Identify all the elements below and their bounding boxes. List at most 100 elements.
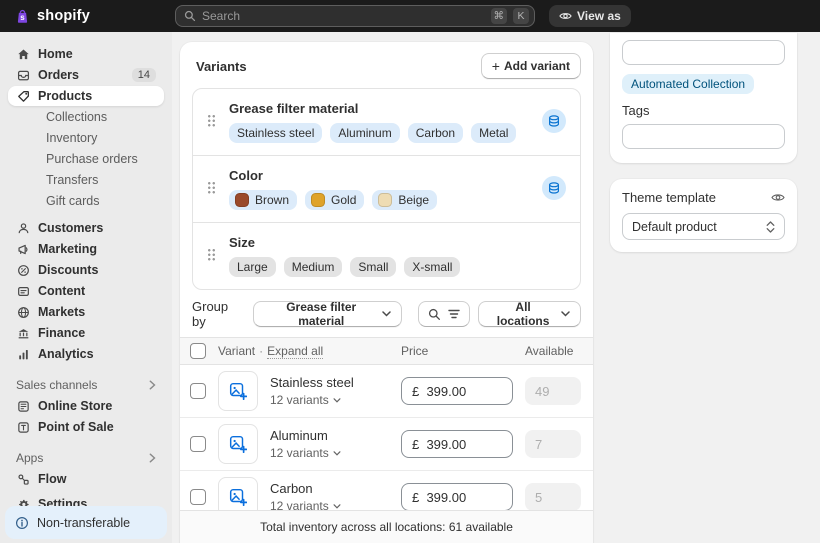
non-transferable-banner[interactable]: Non-transferable	[5, 506, 167, 539]
available-column-header: Available	[525, 344, 574, 358]
add-variant-button[interactable]: + Add variant	[480, 53, 581, 79]
row-checkbox[interactable]	[190, 489, 206, 505]
select-all-checkbox[interactable]	[190, 343, 206, 359]
available-count: 49	[525, 377, 581, 405]
variant-header-label: Variant	[218, 344, 256, 358]
option-value-chip: Aluminum	[330, 123, 400, 143]
variant-count-label: 12 variants	[270, 446, 329, 460]
group-by-label: Group by	[192, 299, 229, 329]
sales-channels-header[interactable]: Sales channels	[16, 376, 156, 394]
variant-name: Stainless steel	[270, 375, 354, 390]
online-store-icon	[16, 400, 30, 413]
locations-filter-dropdown[interactable]: All locations	[478, 300, 582, 328]
eye-icon	[771, 192, 785, 203]
nav-label: Content	[38, 284, 86, 298]
sidebar-item-collections[interactable]: Collections	[8, 107, 164, 127]
theme-template-label: Theme template	[622, 190, 716, 205]
k-key-badge: K	[513, 8, 529, 24]
sidebar-item-gift-cards[interactable]: Gift cards	[8, 191, 164, 211]
metafield-link-icon[interactable]	[542, 175, 566, 200]
nav-label: Analytics	[38, 347, 94, 361]
variant-image-placeholder[interactable]	[218, 424, 258, 464]
variant-image-placeholder[interactable]	[218, 371, 258, 411]
orders-count-badge: 14	[131, 68, 156, 82]
search-input[interactable]	[202, 9, 485, 23]
sidebar-item-home[interactable]: Home	[8, 44, 164, 64]
sidebar-item-analytics[interactable]: Analytics	[8, 344, 164, 364]
global-search[interactable]: ⌘ K	[175, 5, 535, 27]
sidebar-item-inventory[interactable]: Inventory	[8, 128, 164, 148]
section-label: Apps	[16, 451, 44, 465]
add-variant-label: Add variant	[503, 59, 570, 73]
option-color: Color Brown Gold Beige	[193, 156, 580, 223]
color-swatch-beige	[378, 193, 393, 207]
sidebar-item-content[interactable]: Content	[8, 281, 164, 301]
option-name: Size	[229, 235, 256, 250]
markets-globe-icon	[16, 306, 30, 319]
variant-column-header: Variant · Expand all	[218, 344, 389, 359]
table-row: Stainless steel 12 variants 49	[180, 365, 593, 418]
search-icon	[428, 308, 441, 321]
info-icon	[15, 516, 29, 530]
discounts-icon	[16, 264, 30, 277]
group-by-value: Grease filter material	[286, 300, 357, 328]
nav-label: Orders	[38, 68, 79, 82]
search-icon	[184, 10, 196, 22]
color-swatch-brown	[235, 193, 249, 207]
right-panel: Automated Collection Tags Theme template…	[610, 32, 797, 543]
tags-input[interactable]	[622, 124, 785, 149]
theme-template-select[interactable]: Default product	[622, 213, 785, 240]
search-filter-button[interactable]	[418, 301, 471, 327]
sidebar-item-flow[interactable]: Flow	[8, 469, 164, 489]
theme-template-card: Theme template Default product	[610, 179, 797, 252]
point-of-sale-icon	[16, 421, 30, 434]
variant-expand-toggle[interactable]: 12 variants	[270, 393, 389, 407]
collection-tag[interactable]: Automated Collection	[622, 74, 755, 94]
plus-icon: +	[491, 57, 500, 74]
group-by-dropdown[interactable]: Grease filter material	[253, 300, 403, 328]
price-input[interactable]	[401, 430, 513, 458]
row-checkbox[interactable]	[190, 383, 206, 399]
sidebar-item-transfers[interactable]: Transfers	[8, 170, 164, 190]
sidebar-item-marketing[interactable]: Marketing	[8, 239, 164, 259]
sidebar-item-discounts[interactable]: Discounts	[8, 260, 164, 280]
view-as-button[interactable]: View as	[549, 5, 631, 27]
total-inventory-footer: Total inventory across all locations: 61…	[180, 510, 593, 543]
price-input[interactable]	[401, 377, 513, 405]
row-checkbox[interactable]	[190, 436, 206, 452]
option-value-chip: Beige	[372, 190, 438, 210]
drag-handle-icon[interactable]	[207, 114, 216, 127]
sidebar-item-orders[interactable]: Orders 14	[8, 65, 164, 85]
option-value-chip: Stainless steel	[229, 123, 323, 143]
sidebar-item-purchase-orders[interactable]: Purchase orders	[8, 149, 164, 169]
non-transferable-label: Non-transferable	[37, 515, 131, 530]
apps-header[interactable]: Apps	[16, 449, 156, 467]
sidebar-item-online-store[interactable]: Online Store	[8, 396, 164, 416]
nav-label: Finance	[38, 326, 86, 340]
expand-all-toggle[interactable]: Expand all	[267, 344, 324, 359]
nav-label: Products	[38, 89, 93, 103]
variant-expand-toggle[interactable]: 12 variants	[270, 446, 389, 460]
chevron-down-icon	[561, 311, 570, 317]
shopify-logo[interactable]: s shopify	[14, 8, 90, 25]
nav-label: Discounts	[38, 263, 99, 277]
metafield-link-icon[interactable]	[542, 108, 566, 133]
nav-label: Collections	[46, 110, 108, 124]
products-tag-icon	[16, 90, 30, 103]
drag-handle-icon[interactable]	[207, 181, 216, 194]
sidebar-item-markets[interactable]: Markets	[8, 302, 164, 322]
brand-wordmark: shopify	[37, 8, 90, 24]
available-count: 7	[525, 430, 581, 458]
sidebar-item-products[interactable]: Products	[8, 86, 164, 106]
collections-input[interactable]	[622, 40, 785, 65]
sidebar-item-customers[interactable]: Customers	[8, 218, 164, 238]
price-input[interactable]	[401, 483, 513, 511]
variants-card: Variants + Add variant Grease filter mat…	[180, 42, 593, 543]
sidebar-item-finance[interactable]: Finance	[8, 323, 164, 343]
sidebar-item-point-of-sale[interactable]: Point of Sale	[8, 417, 164, 437]
drag-handle-icon[interactable]	[207, 248, 216, 261]
nav-label: Flow	[38, 472, 67, 486]
shopify-bag-icon: s	[14, 8, 31, 25]
variant-name: Carbon	[270, 481, 313, 496]
topbar: s shopify ⌘ K View as	[0, 0, 820, 32]
